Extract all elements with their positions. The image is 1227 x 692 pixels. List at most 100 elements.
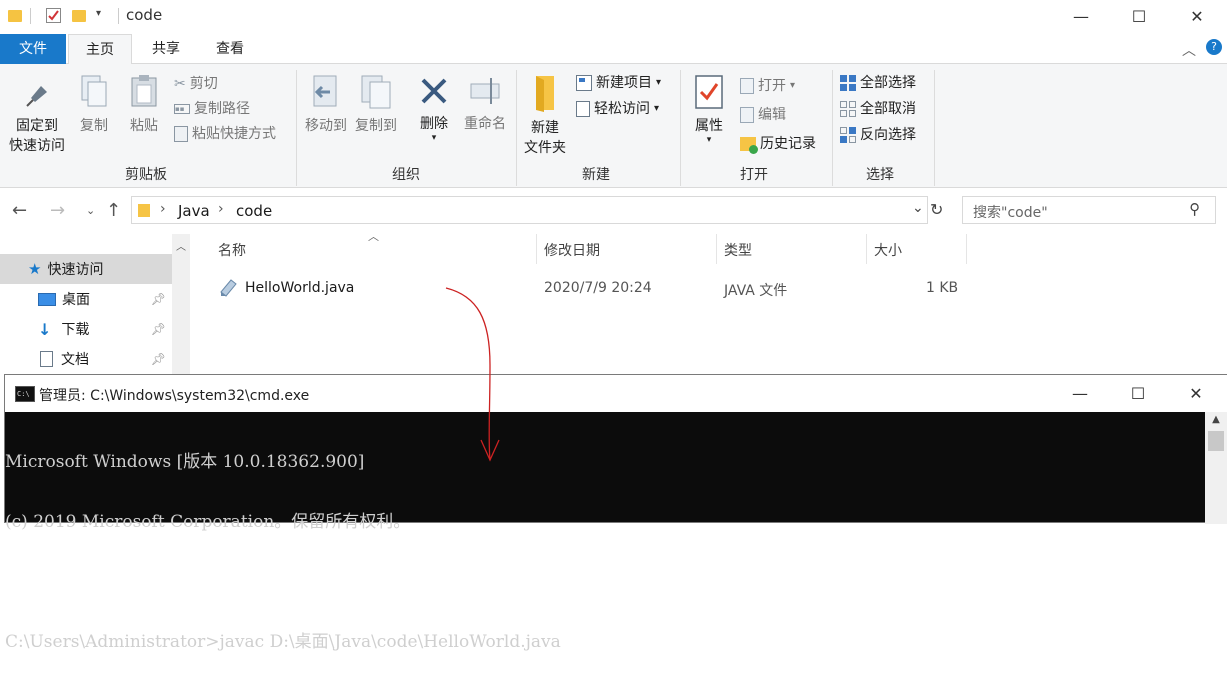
paste-shortcut-button[interactable]: 粘贴快捷方式 bbox=[174, 122, 276, 146]
pin-icon[interactable]: 📌︎ bbox=[151, 292, 166, 306]
customize-quick-access-icon[interactable]: ▾ bbox=[96, 8, 101, 19]
cmd-app-icon: C:\ bbox=[15, 386, 35, 402]
column-divider[interactable] bbox=[866, 234, 867, 264]
cmd-minimize-button[interactable]: — bbox=[1051, 377, 1109, 409]
pin-quick-access-button[interactable]: 固定到 快速访问 bbox=[4, 78, 70, 156]
cmd-maximize-button[interactable]: ☐ bbox=[1109, 377, 1167, 409]
tab-file[interactable]: 文件 bbox=[0, 34, 66, 64]
paste-button[interactable]: 粘贴 bbox=[122, 74, 166, 136]
address-dropdown-icon[interactable]: ⌄ bbox=[912, 200, 924, 216]
ribbon-tabs: 文件 主页 共享 查看 ︿ ? bbox=[0, 34, 1227, 65]
breadcrumb-java[interactable]: Java bbox=[178, 202, 210, 220]
open-button[interactable]: 打开 ▾ bbox=[740, 74, 795, 98]
forward-arrow-icon[interactable]: → bbox=[50, 200, 65, 221]
select-none-label: 全部取消 bbox=[860, 101, 916, 117]
pin-icon[interactable]: 📌︎ bbox=[151, 352, 166, 366]
column-divider[interactable] bbox=[536, 234, 537, 264]
properties-dropdown-icon[interactable]: ▾ bbox=[686, 136, 732, 145]
address-bar[interactable]: › Java › code ⌄ bbox=[131, 196, 928, 224]
history-button[interactable]: 历史记录 bbox=[740, 132, 816, 156]
select-none-icon bbox=[840, 101, 856, 117]
scroll-thumb[interactable] bbox=[1208, 431, 1224, 451]
up-arrow-icon[interactable]: ↑ bbox=[106, 200, 121, 221]
history-icon bbox=[740, 137, 758, 154]
desktop-icon bbox=[38, 292, 56, 306]
cmd-window[interactable]: C:\ 管理员: C:\Windows\system32\cmd.exe — ☐… bbox=[4, 374, 1227, 652]
nav-item-desktop[interactable]: 桌面 📌︎ bbox=[0, 284, 172, 314]
copy-to-button[interactable]: 复制到 bbox=[352, 74, 400, 136]
recent-locations-icon[interactable]: ⌄ bbox=[86, 204, 95, 217]
new-item-icon bbox=[576, 75, 592, 91]
back-arrow-icon[interactable]: ← bbox=[12, 200, 27, 221]
copy-to-icon bbox=[361, 75, 391, 109]
tab-view[interactable]: 查看 bbox=[198, 34, 262, 64]
tab-home[interactable]: 主页 bbox=[68, 34, 132, 65]
maximize-button[interactable]: ☐ bbox=[1110, 0, 1168, 32]
paste-shortcut-label: 粘贴快捷方式 bbox=[192, 126, 276, 142]
file-name: HelloWorld.java bbox=[245, 280, 355, 296]
rename-label: 重命名 bbox=[464, 116, 506, 132]
search-icon[interactable]: ⚲ bbox=[1189, 200, 1200, 218]
invert-selection-button[interactable]: 反向选择 bbox=[840, 123, 916, 147]
folder-icon bbox=[8, 10, 22, 22]
edit-button[interactable]: 编辑 bbox=[740, 103, 786, 127]
collapse-ribbon-icon[interactable]: ︿ bbox=[1182, 40, 1196, 60]
properties-quick-icon[interactable] bbox=[46, 8, 61, 23]
navigation-row: ← → ⌄ ↑ › Java › code ⌄ ↻ 搜索"code" ⚲ bbox=[0, 192, 1227, 232]
column-divider[interactable] bbox=[966, 234, 967, 264]
new-item-button[interactable]: 新建项目 ▾ bbox=[576, 71, 661, 95]
cut-label: 剪切 bbox=[189, 76, 218, 92]
cmd-titlebar[interactable]: C:\ 管理员: C:\Windows\system32\cmd.exe — ☐… bbox=[5, 375, 1227, 412]
close-button[interactable]: ✕ bbox=[1168, 0, 1226, 32]
column-header-size[interactable]: 大小 bbox=[874, 240, 902, 260]
delete-dropdown-icon[interactable]: ▾ bbox=[412, 134, 456, 143]
pin-icon[interactable]: 📌︎ bbox=[151, 322, 166, 336]
minimize-button[interactable]: — bbox=[1052, 0, 1110, 32]
file-row[interactable]: HelloWorld.java 2020/7/9 20:24 JAVA 文件 1… bbox=[212, 274, 972, 304]
select-group-label: 选择 bbox=[866, 167, 894, 183]
scroll-up-icon[interactable]: ︿ bbox=[172, 238, 190, 253]
nav-item-quick-access[interactable]: ★ 快速访问 bbox=[0, 254, 172, 284]
new-item-label: 新建项目 bbox=[596, 75, 652, 91]
new-folder-button[interactable]: 新建 文件夹 bbox=[520, 74, 570, 158]
navigation-pane: ★ 快速访问 桌面 📌︎ ↓ 下载 📌︎ 文档 📌︎ ︿ bbox=[0, 234, 191, 394]
help-icon[interactable]: ? bbox=[1206, 39, 1222, 55]
column-divider[interactable] bbox=[716, 234, 717, 264]
nav-item-downloads[interactable]: ↓ 下载 📌︎ bbox=[0, 314, 172, 344]
easy-access-label: 轻松访问 bbox=[594, 101, 650, 117]
breadcrumb-separator-icon: › bbox=[218, 201, 224, 217]
properties-button[interactable]: 属性 ▾ bbox=[686, 74, 732, 145]
new-folder-icon bbox=[536, 76, 554, 112]
select-all-button[interactable]: 全部选择 bbox=[840, 71, 916, 95]
refresh-icon[interactable]: ↻ bbox=[930, 200, 943, 219]
scroll-up-icon[interactable]: ▲ bbox=[1205, 414, 1227, 425]
nav-scrollbar[interactable]: ︿ bbox=[172, 234, 190, 374]
delete-button[interactable]: 删除 ▾ bbox=[412, 74, 456, 143]
console-line: (c) 2019 Microsoft Corporation。保留所有权利。 bbox=[5, 512, 411, 532]
cmd-close-button[interactable]: ✕ bbox=[1167, 377, 1225, 409]
copy-button[interactable]: 复制 bbox=[72, 74, 116, 136]
select-none-button[interactable]: 全部取消 bbox=[840, 97, 916, 121]
file-type: JAVA 文件 bbox=[724, 283, 788, 299]
cmd-console[interactable]: Microsoft Windows [版本 10.0.18362.900] (c… bbox=[5, 412, 1205, 652]
breadcrumb-code[interactable]: code bbox=[236, 202, 272, 220]
ribbon: 固定到 快速访问 复制 粘贴 ✂ 剪切 ▪▪ 复制路径 粘贴快捷方式 剪贴板 移… bbox=[0, 64, 1227, 188]
rename-button[interactable]: 重命名 bbox=[460, 74, 510, 134]
nav-item-documents[interactable]: 文档 📌︎ bbox=[0, 344, 172, 374]
open-icon bbox=[740, 78, 754, 94]
easy-access-button[interactable]: 轻松访问 ▾ bbox=[576, 97, 659, 121]
column-header-name[interactable]: 名称 bbox=[218, 240, 246, 260]
tab-share[interactable]: 共享 bbox=[134, 34, 198, 64]
cut-button[interactable]: ✂ 剪切 bbox=[174, 72, 218, 96]
move-to-button[interactable]: 移动到 bbox=[302, 74, 350, 136]
search-input[interactable]: 搜索"code" bbox=[973, 202, 1048, 222]
new-folder-quick-icon[interactable] bbox=[72, 10, 86, 22]
search-box[interactable]: 搜索"code" ⚲ bbox=[962, 196, 1216, 224]
column-header-modified[interactable]: 修改日期 bbox=[544, 240, 600, 260]
delete-label: 删除 bbox=[420, 116, 448, 132]
column-header-type[interactable]: 类型 bbox=[724, 240, 752, 260]
cmd-scrollbar[interactable]: ▲ bbox=[1205, 412, 1227, 524]
file-modified: 2020/7/9 20:24 bbox=[544, 280, 652, 296]
copy-path-button[interactable]: ▪▪ 复制路径 bbox=[174, 97, 250, 121]
